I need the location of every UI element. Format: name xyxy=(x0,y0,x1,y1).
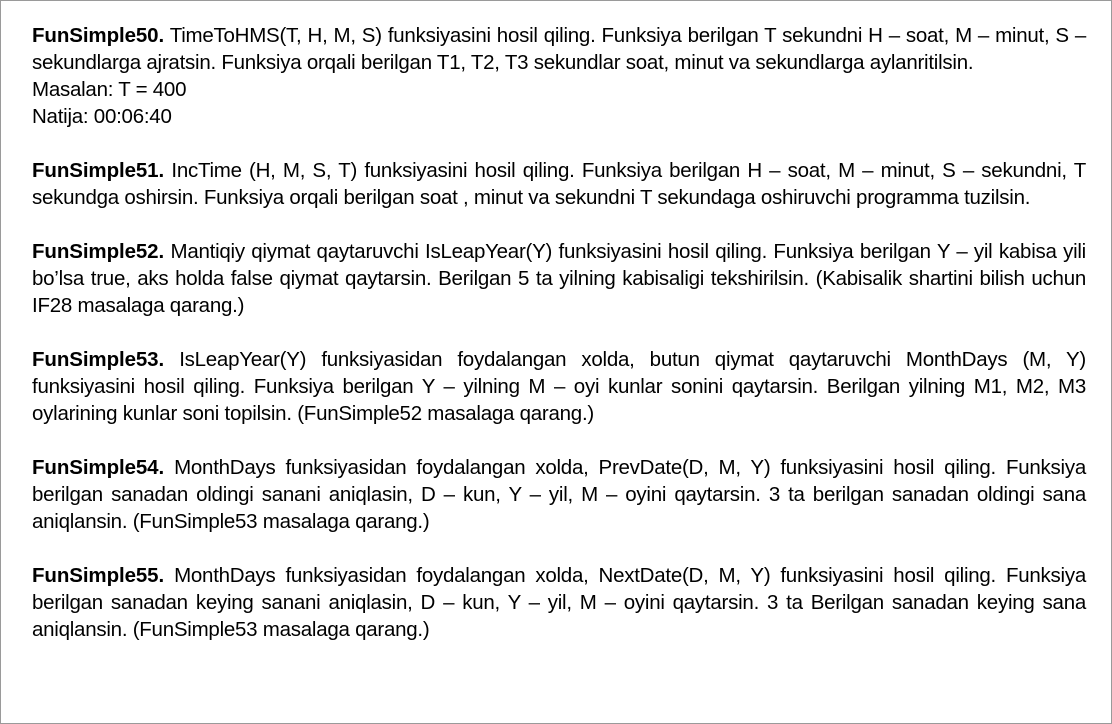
task-funsimple52: FunSimple52. Mantiqiy qiymat qaytaruvchi… xyxy=(32,238,1086,319)
task-title: FunSimple52. xyxy=(32,240,165,263)
task-funsimple51: FunSimple51. IncTime (H, M, S, T) funksi… xyxy=(32,157,1086,211)
document-page: FunSimple50. TimeToHMS(T, H, M, S) funks… xyxy=(0,0,1112,724)
task-funsimple55: FunSimple55. MonthDays funksiyasidan foy… xyxy=(32,562,1086,643)
task-text: TimeToHMS(T, H, M, S) funksiyasini hosil… xyxy=(32,24,1086,74)
task-text: MonthDays funksiyasidan foydalangan xold… xyxy=(32,564,1086,641)
task-text: IsLeapYear(Y) funksiyasidan foydalangan … xyxy=(32,348,1086,425)
task-title: FunSimple53. xyxy=(32,348,165,371)
task-example: Masalan: T = 400 xyxy=(32,78,187,101)
task-title: FunSimple55. xyxy=(32,564,165,587)
task-text: Mantiqiy qiymat qaytaruvchi IsLeapYear(Y… xyxy=(32,240,1086,317)
task-list: FunSimple50. TimeToHMS(T, H, M, S) funks… xyxy=(32,22,1086,670)
task-funsimple50: FunSimple50. TimeToHMS(T, H, M, S) funks… xyxy=(32,22,1086,130)
task-title: FunSimple50. xyxy=(32,24,165,47)
task-title: FunSimple54. xyxy=(32,456,165,479)
task-text: MonthDays funksiyasidan foydalangan xold… xyxy=(32,456,1086,533)
task-funsimple54: FunSimple54. MonthDays funksiyasidan foy… xyxy=(32,454,1086,535)
task-title: FunSimple51. xyxy=(32,159,165,182)
task-text: IncTime (H, M, S, T) funksiyasini hosil … xyxy=(32,159,1086,209)
task-result: Natija: 00:06:40 xyxy=(32,105,172,128)
task-funsimple53: FunSimple53. IsLeapYear(Y) funksiyasidan… xyxy=(32,346,1086,427)
